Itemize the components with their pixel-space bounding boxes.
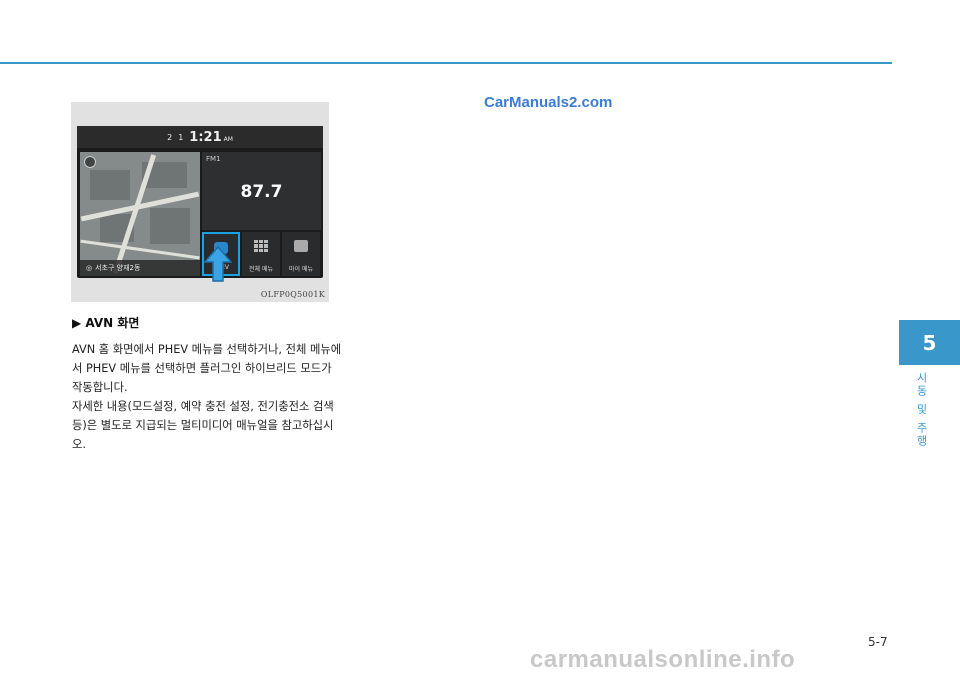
status-bar: 2 1 1:21 AM [77,126,323,148]
map-block [90,170,130,200]
status-time: 1:21 [189,129,222,145]
figure-caption: ▶ AVN 화면 [72,316,140,330]
status-signal-b: 1 [178,132,184,142]
compass-icon[interactable] [84,156,96,168]
avn-screen-figure: 2 1 1:21 AM ◎ 서초구 양재2동 FM1 87.7 PHEV [71,102,329,302]
map-location-bar: ◎ 서초구 양재2동 [80,260,200,276]
arrow-up-icon [204,246,232,282]
paragraph: AVN 홈 화면에서 PHEV 메뉴를 선택하거나, 전체 메뉴에서 PHEV … [72,343,342,394]
chapter-number-tab: 5 [899,320,960,365]
map-panel[interactable]: ◎ 서초구 양재2동 [80,152,200,276]
radio-band: FM1 [206,155,221,163]
page-number: 5-7 [868,635,888,649]
avn-display: 2 1 1:21 AM ◎ 서초구 양재2동 FM1 87.7 PHEV [77,126,323,278]
status-ampm: AM [223,135,233,143]
status-signal-a: 2 [167,132,173,142]
footer-site-watermark: carmanualsonline.info [530,646,796,673]
my-menu-button[interactable]: 마이 메뉴 [282,232,320,276]
watermark: CarManuals2.com [484,94,613,111]
my-menu-label: 마이 메뉴 [289,266,313,273]
folder-icon [294,240,308,252]
paragraph: 자세한 내용(모드설정, 예약 충전 설정, 전기충전소 검색 등)은 별도로 … [72,400,334,451]
figure-code: OLFP0Q5001K [260,290,325,299]
map-block [150,208,190,244]
chapter-title: 시동 및 주행 [915,372,928,448]
header-rule [0,62,892,64]
map-location-label: 서초구 양재2동 [95,264,141,272]
body-text: AVN 홈 화면에서 PHEV 메뉴를 선택하거나, 전체 메뉴에서 PHEV … [72,340,344,454]
location-pin-icon: ◎ [86,264,93,272]
grid-icon [254,240,268,252]
radio-panel[interactable]: FM1 87.7 [202,152,321,230]
all-menu-label: 전체 메뉴 [249,266,273,273]
radio-frequency: 87.7 [240,182,283,202]
all-menu-button[interactable]: 전체 메뉴 [242,232,280,276]
